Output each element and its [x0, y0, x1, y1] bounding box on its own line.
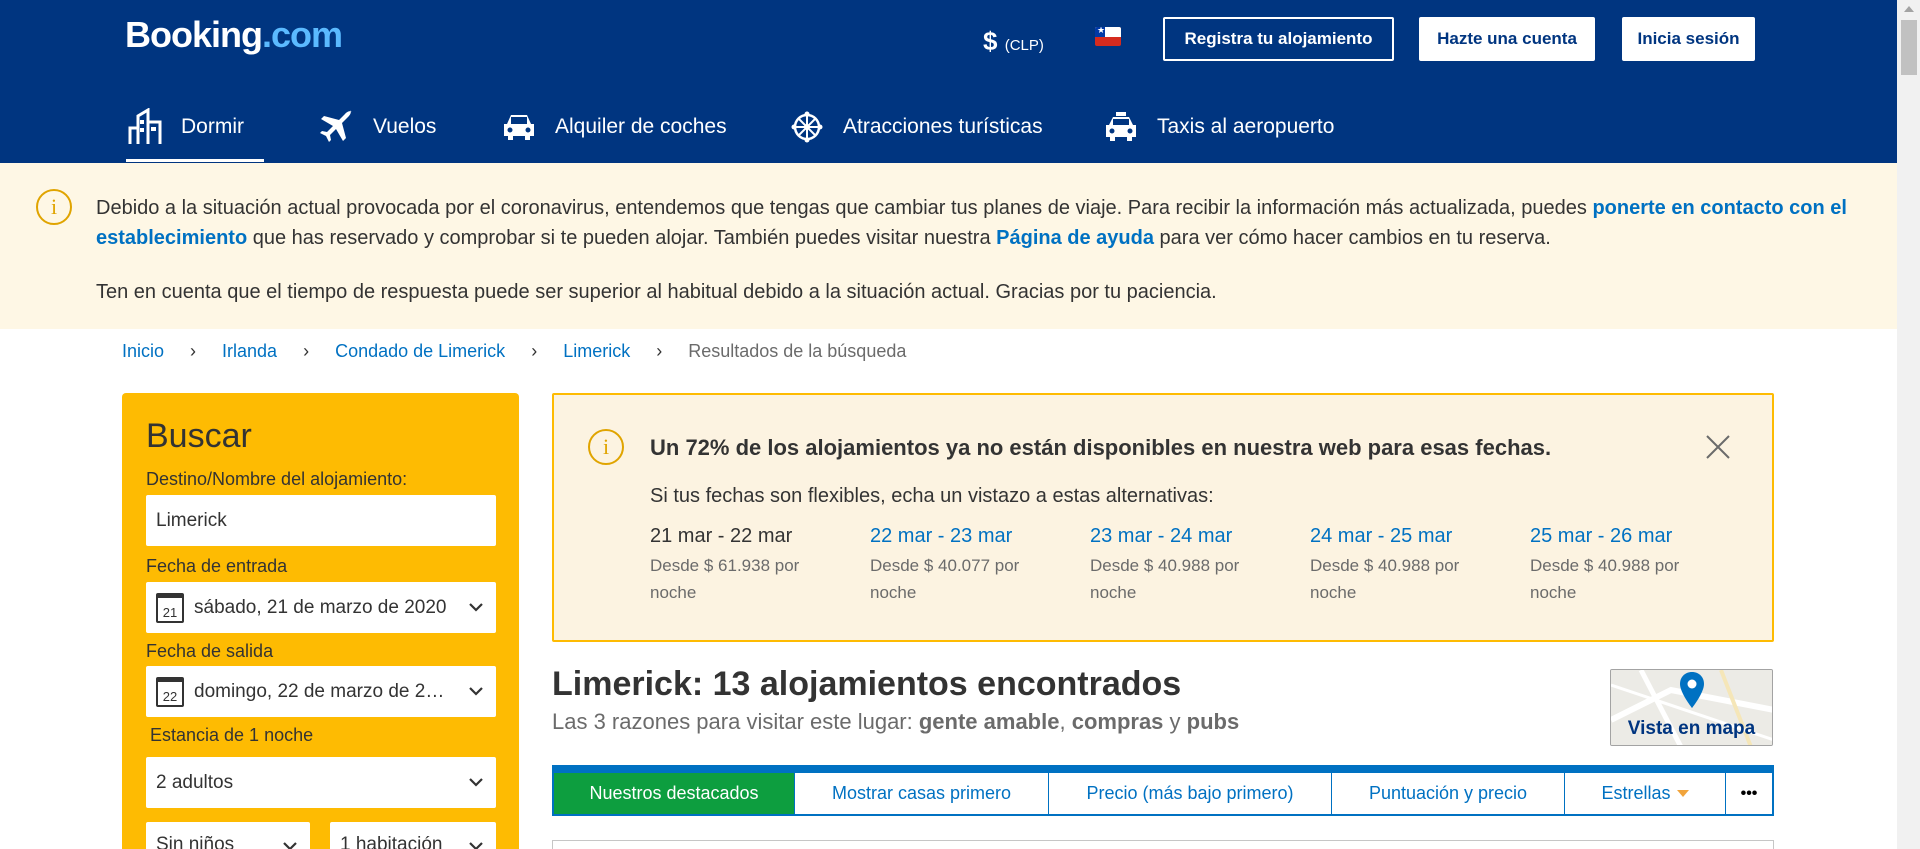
reasons-to-visit: Las 3 razones para visitar este lugar: g…: [552, 709, 1240, 734]
info-icon: i: [588, 429, 624, 465]
currency-code: (CLP): [1004, 37, 1044, 54]
sort-tab-price-low[interactable]: Precio (más bajo primero): [1049, 773, 1332, 814]
alternative-dates-option[interactable]: 22 mar - 23 mar Desde $ 40.077 por noche: [870, 525, 1070, 606]
covid-notice-banner: i Debido a la situación actual provocada…: [0, 163, 1897, 329]
adults-select[interactable]: 2 adultos: [146, 757, 496, 808]
chile-flag-icon[interactable]: ★: [1095, 27, 1121, 46]
ferris-wheel-icon: [788, 108, 826, 146]
booking-logo[interactable]: Booking.com: [125, 14, 343, 56]
nav-label: Vuelos: [373, 115, 437, 138]
breadcrumb: Inicio › Irlanda › Condado de Limerick ›…: [122, 341, 906, 362]
alternative-dates[interactable]: 23 mar - 24 mar: [1090, 525, 1290, 548]
breadcrumb-current: Resultados de la búsqueda: [688, 341, 907, 361]
nav-airport-taxis[interactable]: Taxis al aeropuerto: [1102, 92, 1334, 162]
top-header: Booking.com $ (CLP) ★ Registra tu alojam…: [0, 0, 1897, 163]
checkin-label: Fecha de entrada: [146, 556, 288, 576]
caret-down-icon: [1676, 790, 1689, 797]
checkout-date-picker[interactable]: 22 domingo, 22 de marzo de 2020: [146, 666, 496, 717]
nav-label: Dormir: [181, 115, 244, 138]
airplane-icon: [318, 108, 356, 146]
sort-bar: Nuestros destacados Mostrar casas primer…: [552, 765, 1774, 816]
currency-selector[interactable]: $ (CLP): [983, 26, 1044, 57]
breadcrumb-home[interactable]: Inicio: [122, 341, 164, 362]
breadcrumb-county[interactable]: Condado de Limerick: [335, 341, 505, 362]
bed-building-icon: [126, 108, 164, 146]
alternative-dates-option[interactable]: 25 mar - 26 mar Desde $ 40.988 por noche: [1530, 525, 1730, 606]
alternative-price: Desde $ 40.988 por noche: [1310, 556, 1460, 602]
nav-stays[interactable]: Dormir: [126, 92, 264, 162]
currency-symbol: $: [983, 26, 998, 56]
scrollbar-thumb[interactable]: [1901, 20, 1917, 75]
response-time-notice: Ten en cuenta que el tiempo de respuesta…: [96, 281, 1217, 303]
nav-car-rental[interactable]: Alquiler de coches: [500, 92, 727, 162]
children-select[interactable]: Sin niños: [146, 822, 310, 849]
help-page-link[interactable]: Página de ayuda: [996, 227, 1154, 249]
destination-input[interactable]: Limerick: [146, 495, 496, 546]
checkout-label: Fecha de salida: [146, 641, 274, 661]
more-options-button[interactable]: •••: [1726, 773, 1772, 814]
availability-subtitle: Si tus fechas son flexibles, echa un vis…: [650, 485, 1214, 507]
page-scrollbar[interactable]: [1897, 0, 1920, 849]
map-pin-icon: [1680, 672, 1704, 708]
calendar-icon: 21: [156, 592, 184, 623]
availability-headline: Un 72% de los alojamientos ya no están d…: [650, 435, 1552, 460]
nav-attractions[interactable]: Atracciones turísticas: [788, 92, 1043, 162]
alternative-dates[interactable]: 24 mar - 25 mar: [1310, 525, 1510, 548]
search-title: Buscar: [146, 417, 252, 455]
calendar-icon: 22: [156, 676, 184, 707]
chevron-right-icon: ›: [531, 341, 538, 361]
alternative-dates-option[interactable]: 24 mar - 25 mar Desde $ 40.988 por noche: [1310, 525, 1510, 606]
nav-label: Alquiler de coches: [555, 115, 727, 138]
checkin-date-picker[interactable]: 21 sábado, 21 de marzo de 2020: [146, 582, 496, 633]
alternative-price: Desde $ 40.077 por noche: [870, 556, 1020, 602]
alternative-dates[interactable]: 25 mar - 26 mar: [1530, 525, 1730, 548]
breadcrumb-city[interactable]: Limerick: [563, 341, 630, 362]
breadcrumb-country[interactable]: Irlanda: [222, 341, 277, 362]
rooms-select[interactable]: 1 habitación: [330, 822, 496, 849]
alternative-price: Desde $ 40.988 por noche: [1090, 556, 1240, 602]
alternative-dates: 21 mar - 22 mar: [650, 525, 793, 547]
stay-length-label: Estancia de 1 noche: [150, 725, 314, 745]
search-box: Buscar Destino/Nombre del alojamiento: L…: [122, 393, 519, 849]
nav-label: Taxis al aeropuerto: [1157, 115, 1335, 138]
chevron-down-icon: [469, 687, 483, 696]
map-view-label: Vista en mapa: [1627, 718, 1756, 739]
chevron-right-icon: ›: [656, 341, 663, 361]
sort-tab-featured[interactable]: Nuestros destacados: [554, 773, 795, 814]
alternative-dates[interactable]: 22 mar - 23 mar: [870, 525, 1070, 548]
chevron-down-icon: [283, 842, 297, 849]
taxi-icon: [1102, 108, 1140, 146]
results-list-container: [552, 840, 1774, 849]
map-view-button[interactable]: Vista en mapa: [1610, 669, 1773, 746]
alternative-dates-option[interactable]: 23 mar - 24 mar Desde $ 40.988 por noche: [1090, 525, 1290, 606]
chevron-right-icon: ›: [303, 341, 310, 361]
scroll-up-icon[interactable]: [1904, 6, 1914, 12]
sort-tab-rating-price[interactable]: Puntuación y precio: [1332, 773, 1565, 814]
info-icon: i: [36, 189, 72, 225]
chevron-right-icon: ›: [190, 341, 197, 361]
close-icon[interactable]: [1704, 433, 1732, 461]
alternative-price: Desde $ 40.988 por noche: [1530, 556, 1680, 602]
car-icon: [500, 108, 538, 146]
nav-label: Atracciones turísticas: [843, 115, 1043, 138]
chevron-down-icon: [469, 778, 483, 787]
sort-tab-homes-first[interactable]: Mostrar casas primero: [795, 773, 1049, 814]
chevron-down-icon: [469, 603, 483, 612]
destination-label: Destino/Nombre del alojamiento:: [146, 469, 408, 489]
sort-tab-stars[interactable]: Estrellas: [1565, 773, 1726, 814]
nav-flights[interactable]: Vuelos: [318, 92, 436, 162]
alternative-dates-option: 21 mar - 22 mar Desde $ 61.938 por noche: [650, 525, 850, 606]
chevron-down-icon: [469, 842, 483, 849]
register-property-button[interactable]: Registra tu alojamiento: [1163, 17, 1394, 61]
covid-notice-text: Debido a la situación actual provocada p…: [96, 197, 1847, 249]
results-title: Limerick: 13 alojamientos encontrados: [552, 665, 1182, 703]
alternative-price: Desde $ 61.938 por noche: [650, 556, 800, 602]
sign-in-button[interactable]: Inicia sesión: [1622, 17, 1755, 61]
create-account-button[interactable]: Hazte una cuenta: [1419, 17, 1595, 61]
availability-notice: i Un 72% de los alojamientos ya no están…: [552, 393, 1774, 642]
